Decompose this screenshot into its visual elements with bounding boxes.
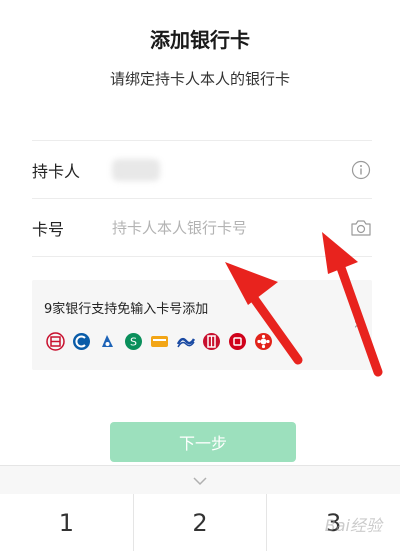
page-title: 添加银行卡 xyxy=(150,28,250,52)
key-1[interactable]: 1 xyxy=(0,494,134,551)
bank-logo-icon xyxy=(254,332,273,351)
bank-logo-icon: S xyxy=(124,332,143,351)
cardholder-row: 持卡人 xyxy=(32,141,372,199)
bank-logo-list: S xyxy=(46,332,273,351)
bank-logo-icon xyxy=(202,332,221,351)
cardholder-name-field[interactable] xyxy=(112,158,350,181)
card-number-input[interactable]: 持卡人本人银行卡号 xyxy=(112,217,350,238)
cardholder-name-blurred xyxy=(112,158,160,181)
info-icon[interactable] xyxy=(350,159,372,181)
chevron-right-icon: › xyxy=(353,314,360,333)
bank-logo-icon xyxy=(228,332,247,351)
key-2[interactable]: 2 xyxy=(133,494,268,551)
bank-support-panel[interactable]: 9家银行支持免输入卡号添加 › S xyxy=(32,280,372,370)
page-subtitle: 请绑定持卡人本人的银行卡 xyxy=(109,70,290,88)
card-number-row: 卡号 持卡人本人银行卡号 xyxy=(32,199,372,257)
bank-logo-icon xyxy=(176,332,195,351)
card-number-label: 卡号 xyxy=(32,219,65,239)
card-form: 持卡人 卡号 持卡人本人银行卡号 xyxy=(32,140,372,257)
bank-logo-icon xyxy=(98,332,117,351)
numeric-keyboard: 1 2 3 xyxy=(0,465,400,551)
bank-support-text: 9家银行支持免输入卡号添加 xyxy=(44,302,209,317)
collapse-keyboard-icon[interactable] xyxy=(192,471,208,490)
watermark: Bai经验 xyxy=(324,516,382,535)
bank-logo-icon xyxy=(72,332,91,351)
bank-logo-icon xyxy=(46,332,65,351)
cardholder-label: 持卡人 xyxy=(32,161,81,181)
next-button[interactable]: 下一步 xyxy=(110,422,296,462)
camera-icon[interactable] xyxy=(350,217,372,239)
bank-logo-icon xyxy=(150,332,169,351)
svg-text:S: S xyxy=(130,336,137,349)
